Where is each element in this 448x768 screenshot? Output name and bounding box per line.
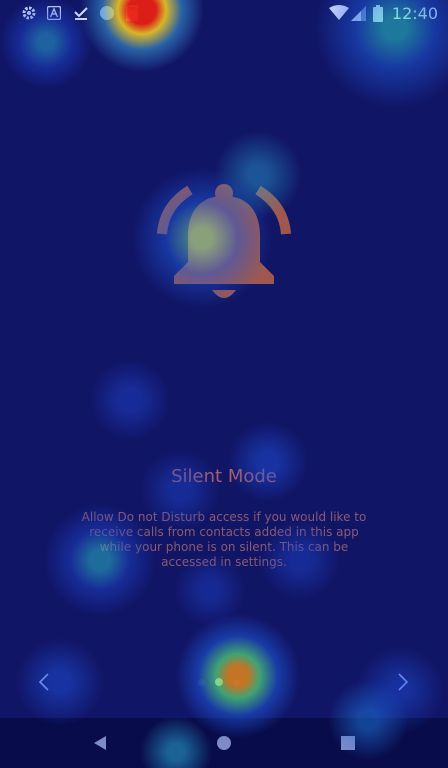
sd-card-icon (124, 4, 140, 22)
page-dot-active[interactable] (215, 678, 223, 686)
page-title: Silent Mode (171, 466, 277, 487)
home-circle-icon[interactable] (211, 730, 237, 756)
battery-icon (372, 4, 384, 22)
page-dot[interactable] (233, 678, 240, 686)
page-description: Allow Do not Disturb access if you would… (81, 510, 367, 569)
heatmap-overlay (0, 0, 448, 768)
wifi-icon (328, 4, 350, 22)
chevron-right-icon[interactable] (385, 664, 421, 700)
app-a-icon (46, 4, 62, 22)
onboarding-screen: 12:40 Silent Mode Allow Do not Disturb a… (0, 0, 448, 768)
signal-icon (350, 4, 366, 22)
system-nav-bar (0, 718, 448, 768)
chevron-left-icon[interactable] (26, 664, 62, 700)
page-indicator (198, 678, 240, 686)
settings-icon (20, 4, 38, 22)
status-bar: 12:40 (0, 0, 448, 26)
status-time: 12:40 (391, 4, 438, 23)
back-triangle-icon[interactable] (87, 730, 113, 756)
download-done-icon (72, 4, 90, 22)
page-dot[interactable] (198, 678, 205, 686)
circle-icon (98, 4, 116, 22)
bell-ringing-icon (154, 178, 294, 308)
onboarding-pager (0, 664, 448, 700)
recents-square-icon[interactable] (335, 730, 361, 756)
